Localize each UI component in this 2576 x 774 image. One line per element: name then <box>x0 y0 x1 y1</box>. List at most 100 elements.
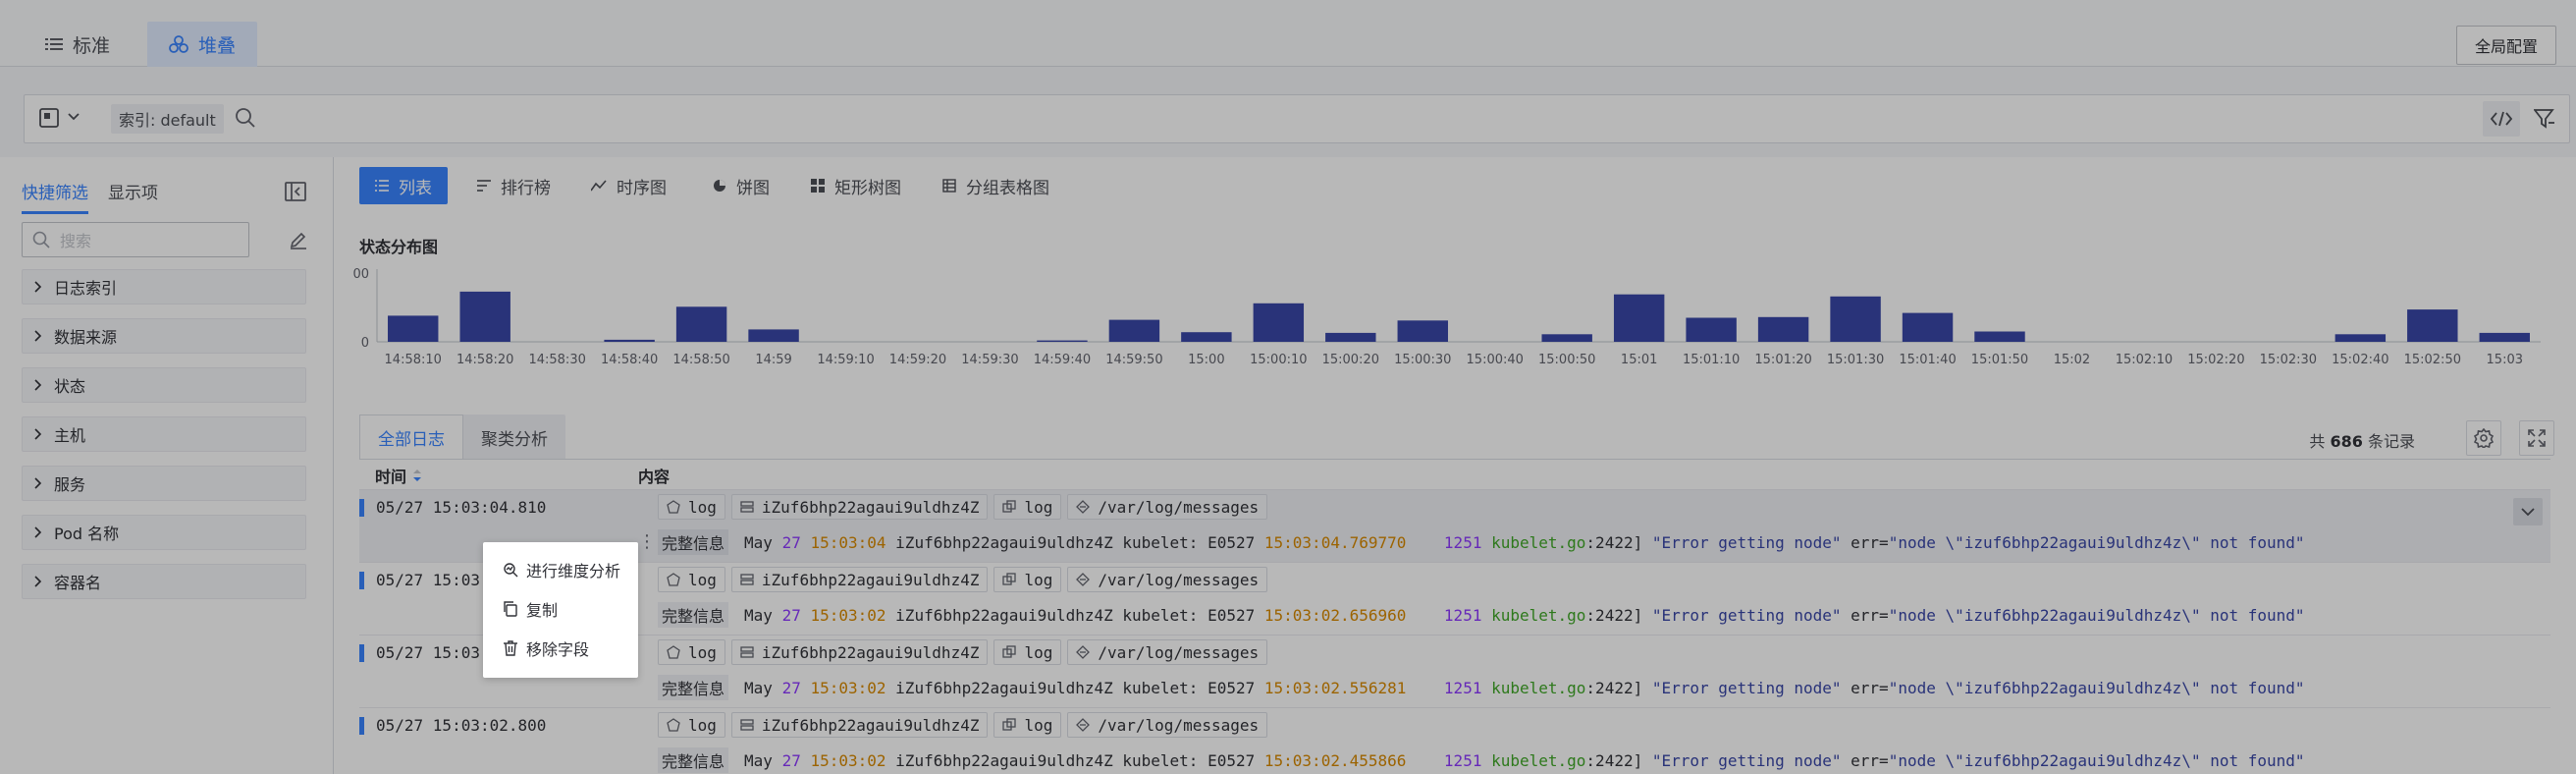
tab-display-fields[interactable]: 显示项 <box>108 179 158 211</box>
message-label: 完整信息 <box>658 602 729 628</box>
tag-type[interactable]: log <box>658 639 725 665</box>
table-row[interactable]: 05/27 15:03:02.656 log iZuf6bhp22agaui9uld… <box>359 563 2550 636</box>
tag-path[interactable]: /var/log/messages <box>1067 494 1268 520</box>
x-tick-label: 15:02:40 <box>2332 353 2388 367</box>
view-tab-list[interactable]: 列表 <box>359 167 448 204</box>
field-search-input[interactable]: 搜索 <box>22 222 249 257</box>
stack-icon <box>169 34 188 54</box>
column-time-header[interactable]: 时间 <box>375 464 422 487</box>
settings-button[interactable] <box>2466 420 2501 456</box>
chart-bar <box>1253 303 1305 342</box>
menu-copy[interactable]: 复制 <box>483 589 638 629</box>
view-tab-ranking[interactable]: 排行榜 <box>461 167 566 204</box>
x-tick-label: 15:00:50 <box>1538 353 1595 367</box>
log-message[interactable]: 完整信息 May 27 15:03:02 iZuf6bhp22agaui9uldh… <box>658 747 2305 773</box>
query-mode-icon[interactable] <box>38 107 60 129</box>
x-tick-label: 14:58:30 <box>528 353 585 367</box>
tag-type[interactable]: log <box>658 712 725 738</box>
status-distribution-chart: 0 100 14:58:10 14:58:20 14:58:30 14:58:40 14:5… <box>353 267 2541 367</box>
search-bar[interactable]: 索引: default <box>24 94 2570 143</box>
chevron-down-icon[interactable] <box>68 113 80 121</box>
line-chart-icon <box>591 180 607 192</box>
x-tick-label: 15:01:50 <box>1971 353 2028 367</box>
path-icon <box>1076 645 1091 659</box>
chevron-right-icon <box>34 281 42 293</box>
tag-host[interactable]: iZuf6bhp22agaui9uldhz4Z <box>730 712 989 738</box>
group-service[interactable]: 服务 <box>22 466 306 501</box>
log-message[interactable]: 完整信息 May 27 15:03:02 iZuf6bhp22agaui9uldh… <box>658 602 2305 628</box>
tag-type[interactable]: log <box>658 494 725 520</box>
filter-icon[interactable] <box>2534 109 2555 129</box>
tag-path[interactable]: /var/log/messages <box>1067 567 1268 592</box>
view-tab-pie[interactable]: 饼图 <box>697 167 785 204</box>
path-icon <box>1076 573 1091 586</box>
chart-bar <box>1037 340 1088 342</box>
filter-panel: 快捷筛选 显示项 搜索 日志索引 数据来源 状态 主机 服务 Pod 名称 容器… <box>0 157 334 774</box>
pie-chart-icon <box>713 179 726 193</box>
tag-host[interactable]: iZuf6bhp22agaui9uldhz4Z <box>730 494 989 520</box>
tag-host[interactable]: iZuf6bhp22agaui9uldhz4Z <box>730 639 989 665</box>
code-view-button[interactable] <box>2483 101 2520 137</box>
tag-source[interactable]: log <box>993 712 1062 738</box>
status-bar <box>359 571 364 589</box>
more-icon[interactable]: ⋮ <box>638 531 656 552</box>
view-tab-treemap[interactable]: 矩形树图 <box>795 167 917 204</box>
chart-bar <box>748 329 799 342</box>
sort-icon[interactable] <box>412 469 422 482</box>
tag-source[interactable]: log <box>993 494 1062 520</box>
global-config-button[interactable]: 全局配置 <box>2455 26 2556 65</box>
list-icon <box>375 180 389 192</box>
menu-remove-field[interactable]: 移除字段 <box>483 629 638 668</box>
chart-bar <box>1974 331 2025 342</box>
tab-standard[interactable]: 标准 <box>24 22 132 67</box>
tag-type[interactable]: log <box>658 567 725 592</box>
dimension-analysis-icon <box>503 562 518 578</box>
chart-bar <box>1541 334 1592 342</box>
message-label: 完整信息 <box>658 747 729 773</box>
table-row[interactable]: 05/27 15:03:04.810 ⋮ log iZuf6bhp22agaui9ul… <box>359 490 2550 563</box>
search-icon[interactable] <box>235 107 256 129</box>
search-icon <box>32 231 50 249</box>
chart-bar <box>1686 317 1737 342</box>
tag-source[interactable]: log <box>993 639 1062 665</box>
chevron-right-icon <box>34 330 42 342</box>
group-log-index[interactable]: 日志索引 <box>22 269 306 304</box>
chevron-right-icon <box>34 428 42 440</box>
log-message[interactable]: 完整信息 May 27 15:03:04 iZuf6bhp22agaui9uldh… <box>658 529 2305 555</box>
tab-cluster-analysis[interactable]: 聚类分析 <box>463 415 565 460</box>
x-tick-label: 15:00:10 <box>1250 353 1307 367</box>
group-data-source[interactable]: 数据来源 <box>22 318 306 354</box>
tag-path[interactable]: /var/log/messages <box>1067 639 1268 665</box>
chart-bar <box>388 315 439 342</box>
x-tick-label: 15:01:40 <box>1899 353 1956 367</box>
group-host[interactable]: 主机 <box>22 416 306 452</box>
group-status[interactable]: 状态 <box>22 367 306 403</box>
row-time: 05/27 15:03:04.810 <box>359 498 546 517</box>
group-pod-name[interactable]: Pod 名称 <box>22 515 306 550</box>
tab-quick-filter[interactable]: 快捷筛选 <box>22 179 88 214</box>
log-type-icon <box>667 500 680 514</box>
log-message[interactable]: 完整信息 May 27 15:03:02 iZuf6bhp22agaui9uldh… <box>658 675 2305 700</box>
gear-icon <box>2474 428 2494 448</box>
collapse-panel-icon[interactable] <box>285 181 306 202</box>
x-tick-label: 14:59 <box>755 353 791 367</box>
x-tick-label: 15:01:10 <box>1683 353 1740 367</box>
tag-source[interactable]: log <box>993 567 1062 592</box>
table-row[interactable]: 05/27 15:03:02.556 log iZuf6bhp22agaui9uld… <box>359 636 2550 708</box>
row-time: 05/27 15:03:02.800 <box>359 716 546 735</box>
fullscreen-button[interactable] <box>2519 420 2554 456</box>
group-container-name[interactable]: 容器名 <box>22 564 306 599</box>
y-tick-label: 0 <box>361 336 369 351</box>
tab-stacked[interactable]: 堆叠 <box>147 22 258 67</box>
table-row[interactable]: 05/27 15:03:02.800 log iZuf6bhp22agaui9uld… <box>359 708 2550 774</box>
edit-icon[interactable] <box>289 230 308 249</box>
index-tag[interactable]: 索引: default <box>111 104 224 134</box>
view-tab-timeseries[interactable]: 时序图 <box>575 167 682 204</box>
view-tab-grouped-table[interactable]: 分组表格图 <box>927 167 1065 204</box>
tag-path[interactable]: /var/log/messages <box>1067 712 1268 738</box>
tag-host[interactable]: iZuf6bhp22agaui9uldhz4Z <box>730 567 989 592</box>
menu-dimension-analysis[interactable]: 进行维度分析 <box>483 550 638 589</box>
tab-all-logs[interactable]: 全部日志 <box>359 415 463 460</box>
expand-row-button[interactable] <box>2513 498 2543 525</box>
chart-bar <box>1830 296 1881 342</box>
